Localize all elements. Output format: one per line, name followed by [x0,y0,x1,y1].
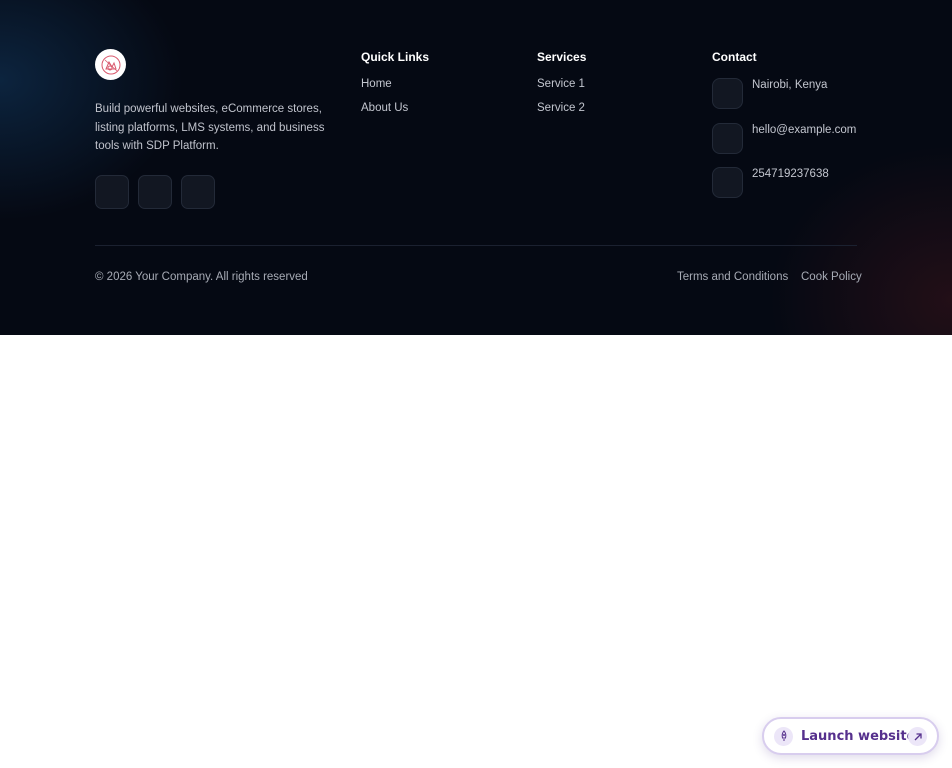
contact-heading: Contact [712,50,757,64]
footer-link-about-us[interactable]: About Us [361,102,408,114]
mail-icon [712,123,743,154]
location-icon [712,78,743,109]
rocket-icon [774,726,793,746]
footer-link-service-2[interactable]: Service 2 [537,102,585,114]
arrow-up-right-icon [908,727,927,746]
brand-logo-icon[interactable] [95,49,126,80]
copyright-text: © 2026 Your Company. All rights reserved [95,271,308,283]
contact-phone[interactable]: 254719237638 [752,168,829,180]
site-footer: Build powerful websites, eCommerce store… [0,0,952,335]
footer-link-service-1[interactable]: Service 1 [537,78,585,90]
phone-icon [712,167,743,198]
cookie-policy-link[interactable]: Cook Policy [801,271,862,283]
social-icon-2[interactable] [138,175,172,209]
launch-website-label: Launch website [801,728,916,744]
quick-links-heading: Quick Links [361,50,430,64]
services-heading: Services [537,50,587,64]
social-icon-1[interactable] [95,175,129,209]
brand-description: Build powerful websites, eCommerce store… [95,103,325,152]
social-icon-3[interactable] [181,175,215,209]
launch-website-button[interactable]: Launch website [762,717,939,755]
footer-divider [95,245,857,246]
footer-link-home[interactable]: Home [361,78,392,90]
contact-email[interactable]: hello@example.com [752,124,856,136]
terms-link[interactable]: Terms and Conditions [677,271,788,283]
contact-address: Nairobi, Kenya [752,79,828,91]
